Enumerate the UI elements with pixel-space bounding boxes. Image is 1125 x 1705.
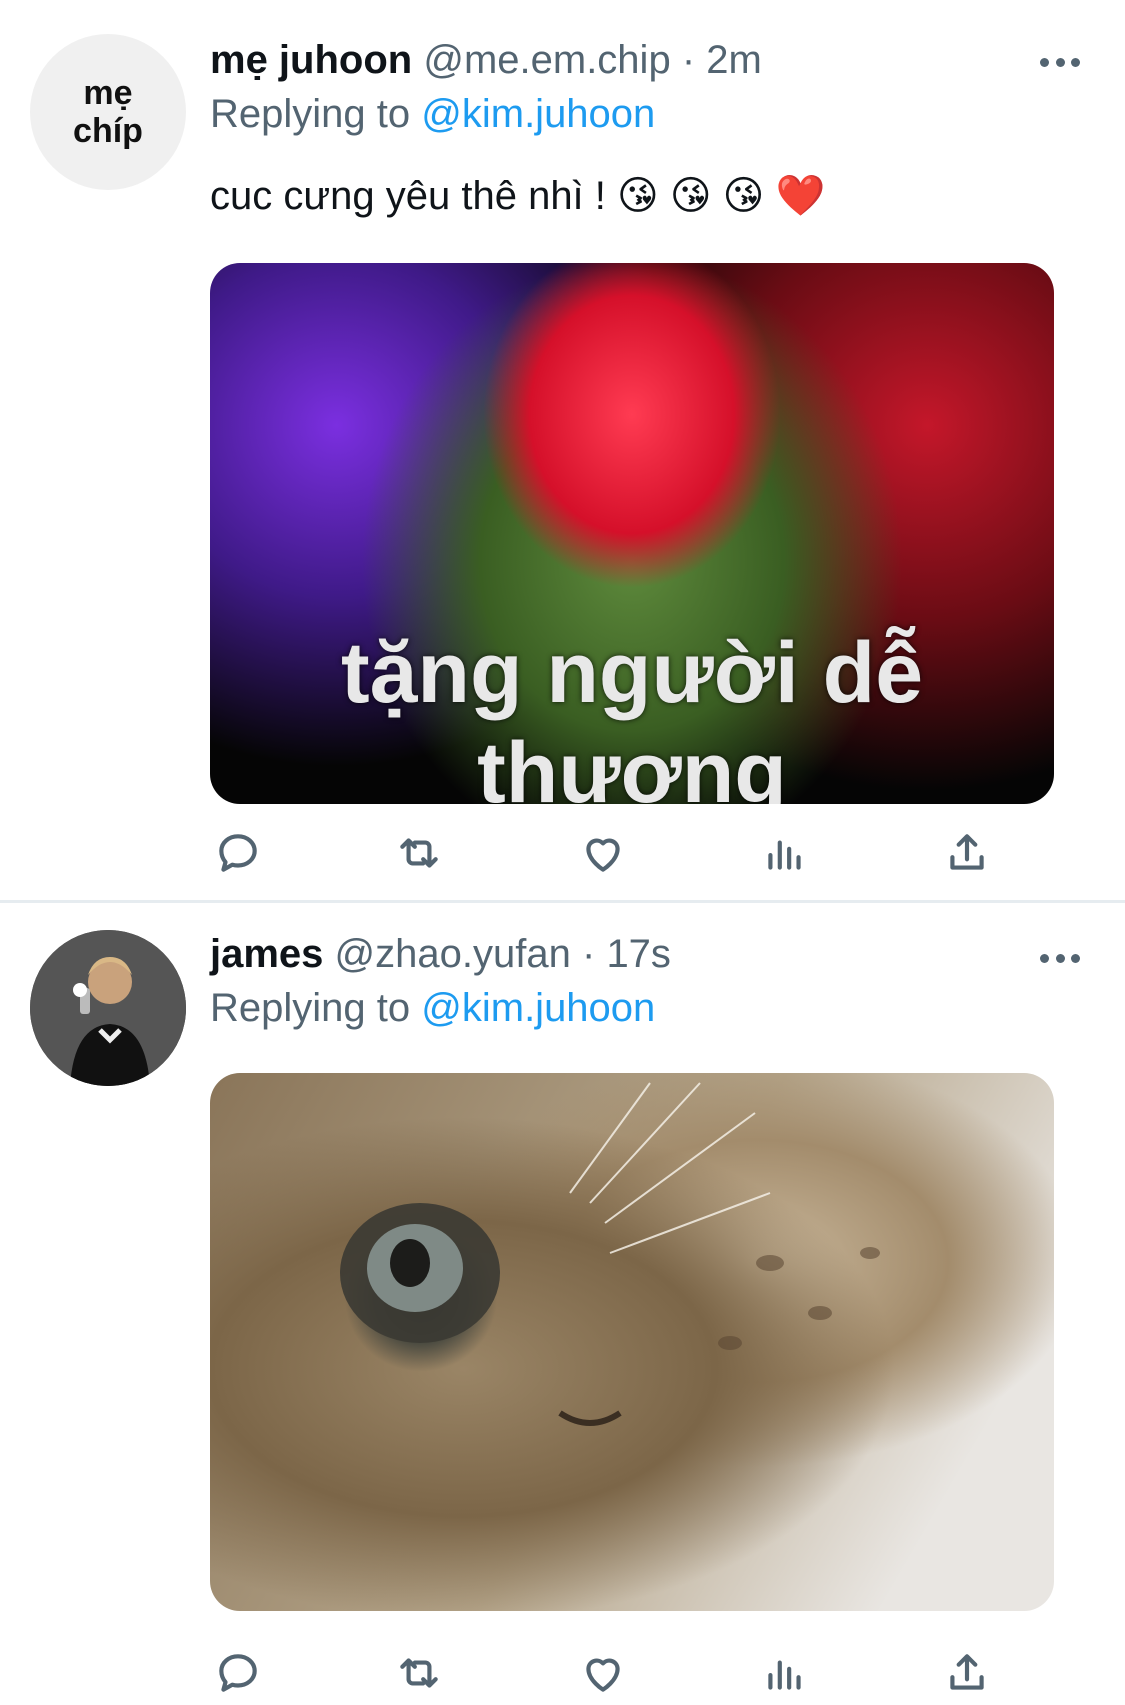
- like-icon: [586, 838, 620, 872]
- like-button[interactable]: [575, 1645, 631, 1701]
- retweet-button[interactable]: [391, 825, 447, 881]
- display-name[interactable]: mẹ juhoon: [210, 38, 412, 82]
- replying-to-link[interactable]: @kim.juhoon: [421, 92, 655, 136]
- tweet-actions: [210, 825, 990, 885]
- retweet-button[interactable]: [391, 1645, 447, 1701]
- tweet-media-image[interactable]: [210, 1073, 1054, 1611]
- timestamp[interactable]: 17s: [606, 932, 671, 976]
- tweet-text: cuc cưng yêu thê nhì ! 😘 😘 😘 ❤️: [210, 174, 826, 218]
- tweet-media-image[interactable]: tặng người dễ thương: [210, 263, 1054, 804]
- share-icon: [950, 1654, 984, 1690]
- reply-icon: [219, 1654, 257, 1692]
- replying-to: Replying to @kim.juhoon: [210, 92, 655, 137]
- avatar[interactable]: mẹ chíp: [30, 34, 186, 190]
- reply-icon: [219, 834, 257, 872]
- display-name[interactable]: james: [210, 932, 323, 976]
- more-icon[interactable]: [1040, 56, 1080, 68]
- tweet-header: james @zhao.yufan · 17s: [210, 932, 671, 977]
- reply-button[interactable]: [210, 825, 266, 881]
- share-icon: [950, 834, 984, 870]
- retweet-icon: [400, 1658, 438, 1688]
- replying-to: Replying to @kim.juhoon: [210, 986, 655, 1031]
- share-button[interactable]: [939, 1645, 995, 1701]
- more-icon[interactable]: [1040, 952, 1080, 964]
- separator: ·: [681, 38, 696, 82]
- tweet-actions: [210, 1645, 990, 1705]
- tweet-header: mẹ juhoon @me.em.chip · 2m: [210, 38, 762, 83]
- avatar-text-line: chíp: [73, 112, 143, 150]
- like-icon: [586, 1658, 620, 1692]
- divider: [0, 900, 1125, 903]
- stats-icon: [768, 1660, 801, 1690]
- stats-button[interactable]: [757, 825, 813, 881]
- avatar-photo-icon: [30, 930, 186, 1086]
- stats-button[interactable]: [757, 1645, 813, 1701]
- retweet-icon: [400, 838, 438, 868]
- avatar[interactable]: [30, 930, 186, 1086]
- cat-photo-icon: [340, 1082, 880, 1426]
- media-caption: tặng người dễ thương: [340, 625, 924, 804]
- handle[interactable]: @me.em.chip: [423, 38, 670, 82]
- reply-button[interactable]: [210, 1645, 266, 1701]
- timestamp[interactable]: 2m: [706, 38, 762, 82]
- avatar-text-line: mẹ: [83, 74, 133, 112]
- separator: ·: [581, 932, 596, 976]
- like-button[interactable]: [575, 825, 631, 881]
- stats-icon: [768, 840, 801, 870]
- replying-prefix: Replying to: [210, 92, 411, 136]
- tweet[interactable]: mẹ chíp mẹ juhoon @me.em.chip · 2m Reply…: [0, 0, 1125, 900]
- share-button[interactable]: [939, 825, 995, 881]
- replying-to-link[interactable]: @kim.juhoon: [421, 986, 655, 1030]
- handle[interactable]: @zhao.yufan: [335, 932, 571, 976]
- replying-prefix: Replying to: [210, 986, 411, 1030]
